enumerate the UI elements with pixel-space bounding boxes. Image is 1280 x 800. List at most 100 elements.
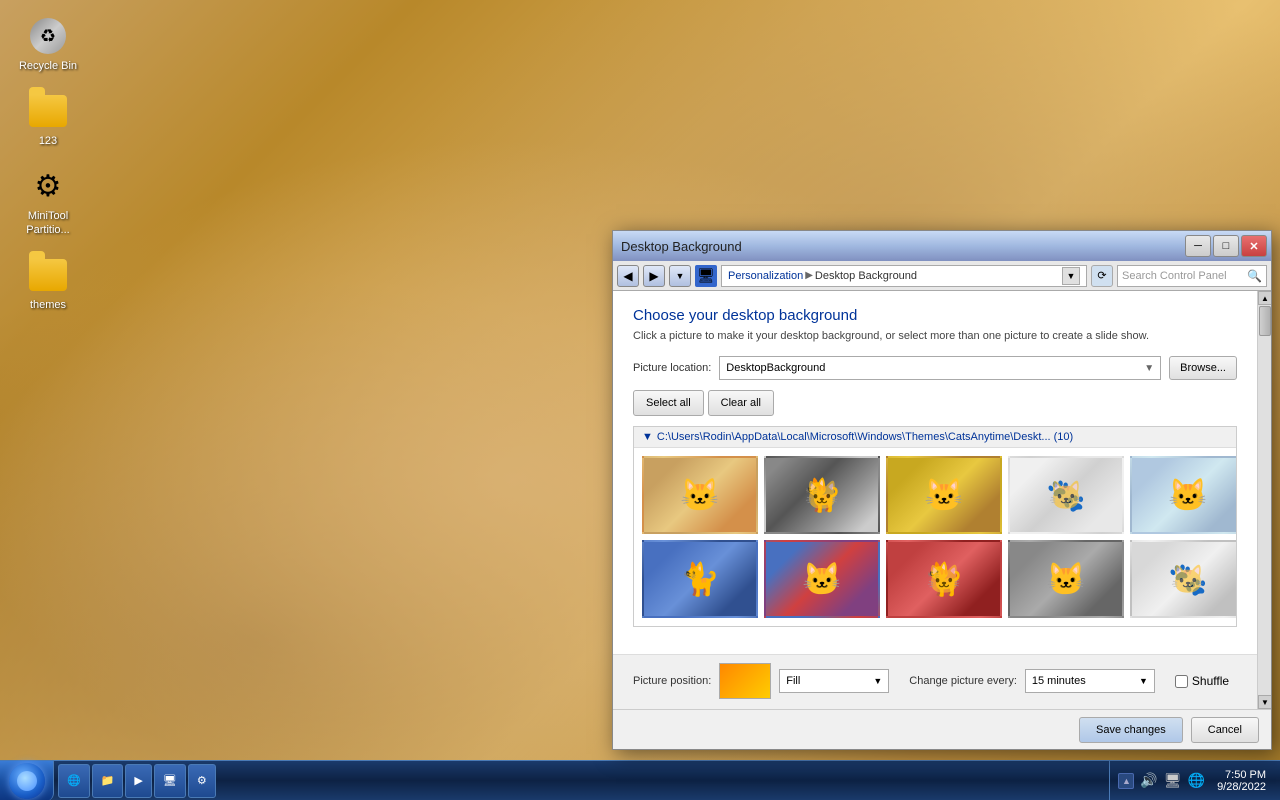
address-field[interactable]: Personalization ▶ Desktop Background ▼ xyxy=(721,265,1087,287)
image-cell-7[interactable]: 🐱 xyxy=(764,540,880,618)
taskbar-media-button[interactable]: ▶ xyxy=(125,764,151,798)
image-cell-1[interactable]: 🐱 xyxy=(642,456,758,534)
network-icon: 🖥 xyxy=(163,774,177,787)
start-orb xyxy=(9,763,45,799)
image-cell-4[interactable]: 🐾 xyxy=(1008,456,1124,534)
clock-date: 9/28/2022 xyxy=(1217,781,1266,793)
back-button[interactable]: ◀ xyxy=(617,265,639,287)
scroll-down-button[interactable]: ▼ xyxy=(1258,695,1271,709)
maximize-button[interactable]: □ xyxy=(1213,235,1239,257)
shuffle-checkbox[interactable] xyxy=(1175,675,1188,688)
breadcrumb: Personalization ▶ Desktop Background xyxy=(728,270,917,282)
image-cell-10[interactable]: 🐾 xyxy=(1130,540,1237,618)
cancel-button[interactable]: Cancel xyxy=(1191,717,1259,743)
bottom-controls: Picture position: Fill ▼ Change picture … xyxy=(613,654,1257,709)
desktop-icons: ♻ Recycle Bin 123 ⚙ MiniToolPartitio... … xyxy=(12,12,84,316)
folder-header[interactable]: ▼ C:\Users\Rodin\AppData\Local\Microsoft… xyxy=(634,427,1236,448)
fill-dropdown-arrow: ▼ xyxy=(873,676,882,686)
minitool-label: MiniToolPartitio... xyxy=(26,210,69,236)
shuffle-row: Shuffle xyxy=(1175,674,1229,688)
scroll-thumb[interactable] xyxy=(1259,306,1271,336)
display-icon[interactable]: 🖥 xyxy=(1164,772,1182,789)
picture-location-value: DesktopBackground xyxy=(726,362,825,374)
image-cell-5[interactable]: 🐱 xyxy=(1130,456,1237,534)
address-bar: ◀ ▶ ▼ 🖥 Personalization ▶ Desktop Backgr… xyxy=(613,261,1271,291)
fill-dropdown[interactable]: Fill ▼ xyxy=(779,669,889,693)
start-button[interactable] xyxy=(0,761,54,800)
taskbar-explorer-button[interactable]: 📁 xyxy=(92,764,124,798)
taskbar-network-button[interactable]: 🖥 xyxy=(154,764,186,798)
address-dropdown-button[interactable]: ▼ xyxy=(1062,267,1080,285)
themes-label: themes xyxy=(30,299,66,312)
folder-path: C:\Users\Rodin\AppData\Local\Microsoft\W… xyxy=(657,431,1073,443)
image-cell-3[interactable]: 🐱 xyxy=(886,456,1002,534)
location-dropdown-arrow: ▼ xyxy=(1144,363,1154,374)
position-preview xyxy=(719,663,771,699)
recent-pages-button[interactable]: ▼ xyxy=(669,265,691,287)
title-bar-buttons: ─ □ ✕ xyxy=(1185,235,1267,257)
desktop-background-dialog: Desktop Background ─ □ ✕ ◀ ▶ ▼ 🖥 Persona… xyxy=(612,230,1272,750)
themes-icon[interactable]: themes xyxy=(12,251,84,316)
picture-location-dropdown[interactable]: DesktopBackground ▼ xyxy=(719,356,1161,380)
scroll-up-button[interactable]: ▲ xyxy=(1258,291,1271,305)
scrollbar[interactable]: ▲ ▼ xyxy=(1257,291,1271,709)
media-icon: ▶ xyxy=(134,774,142,787)
image-cell-2[interactable]: 🐈 xyxy=(764,456,880,534)
dialog-body: Choose your desktop background Click a p… xyxy=(613,291,1257,654)
dialog-inner: Choose your desktop background Click a p… xyxy=(613,291,1271,709)
taskbar-cp-button[interactable]: ⚙ xyxy=(188,764,216,798)
network-tray-icon[interactable]: 🌐 xyxy=(1188,772,1205,789)
image-grid-container: ▼ C:\Users\Rodin\AppData\Local\Microsoft… xyxy=(633,426,1237,627)
recycle-bin-label: Recycle Bin xyxy=(19,60,77,73)
folder-123-icon[interactable]: 123 xyxy=(12,87,84,152)
dialog-title-text: Desktop Background xyxy=(621,239,742,254)
volume-icon[interactable]: 🔊 xyxy=(1140,772,1157,789)
dialog-heading: Choose your desktop background xyxy=(633,307,1237,324)
clock-time: 7:50 PM xyxy=(1217,769,1266,781)
browse-button[interactable]: Browse... xyxy=(1169,356,1237,380)
search-placeholder: Search Control Panel xyxy=(1122,270,1243,282)
image-cell-8[interactable]: 🐈 xyxy=(886,540,1002,618)
image-grid: 🐱 🐈 🐱 🐾 🐱 xyxy=(634,448,1236,626)
interval-dropdown[interactable]: 15 minutes ▼ xyxy=(1025,669,1155,693)
breadcrumb-item-desktop-bg: Desktop Background xyxy=(815,270,917,282)
taskbar: 🌐 📁 ▶ 🖥 ⚙ ▲ 🔊 🖥 🌐 7:50 PM 9/28/2022 xyxy=(0,760,1280,800)
taskbar-items: 🌐 📁 ▶ 🖥 ⚙ xyxy=(54,761,1109,800)
breadcrumb-separator: ▶ xyxy=(805,270,813,281)
refresh-button[interactable]: ⟳ xyxy=(1091,265,1113,287)
clock: 7:50 PM 9/28/2022 xyxy=(1211,769,1272,793)
folder-123-label: 123 xyxy=(39,135,57,148)
picture-location-label: Picture location: xyxy=(633,362,711,374)
scroll-track[interactable] xyxy=(1258,305,1271,695)
tray-expand-button[interactable]: ▲ xyxy=(1118,773,1134,789)
change-picture-section: Change picture every: 15 minutes ▼ xyxy=(909,669,1155,693)
shuffle-label[interactable]: Shuffle xyxy=(1192,674,1229,688)
image-cell-9[interactable]: 🐱 xyxy=(1008,540,1124,618)
change-picture-label: Change picture every: xyxy=(909,675,1017,687)
close-button[interactable]: ✕ xyxy=(1241,235,1267,257)
picture-location-row: Picture location: DesktopBackground ▼ Br… xyxy=(633,356,1237,380)
folder-collapse-icon: ▼ xyxy=(642,431,653,443)
fill-value: Fill xyxy=(786,675,800,687)
start-orb-inner xyxy=(17,771,37,791)
ie-icon: 🌐 xyxy=(67,774,81,787)
recycle-bin-icon[interactable]: ♻ Recycle Bin xyxy=(12,12,84,77)
cp-icon: ⚙ xyxy=(197,774,207,787)
search-field[interactable]: Search Control Panel 🔍 xyxy=(1117,265,1267,287)
minimize-button[interactable]: ─ xyxy=(1185,235,1211,257)
dialog-subtitle: Click a picture to make it your desktop … xyxy=(633,330,1237,342)
interval-dropdown-arrow: ▼ xyxy=(1139,676,1148,686)
minitool-icon[interactable]: ⚙ MiniToolPartitio... xyxy=(12,162,84,240)
clear-all-button[interactable]: Clear all xyxy=(708,390,774,416)
select-all-button[interactable]: Select all xyxy=(633,390,704,416)
picture-position-section: Picture position: Fill ▼ xyxy=(633,663,889,699)
folder-nav-icon: 🖥 xyxy=(695,265,717,287)
controls-row: Picture position: Fill ▼ Change picture … xyxy=(633,655,1237,699)
picture-position-label: Picture position: xyxy=(633,675,711,687)
save-changes-button[interactable]: Save changes xyxy=(1079,717,1183,743)
taskbar-ie-button[interactable]: 🌐 xyxy=(58,764,90,798)
image-cell-6[interactable]: 🐈 xyxy=(642,540,758,618)
forward-button[interactable]: ▶ xyxy=(643,265,665,287)
dialog-footer: Save changes Cancel xyxy=(613,709,1271,749)
desktop: ♻ Recycle Bin 123 ⚙ MiniToolPartitio... … xyxy=(0,0,1280,800)
